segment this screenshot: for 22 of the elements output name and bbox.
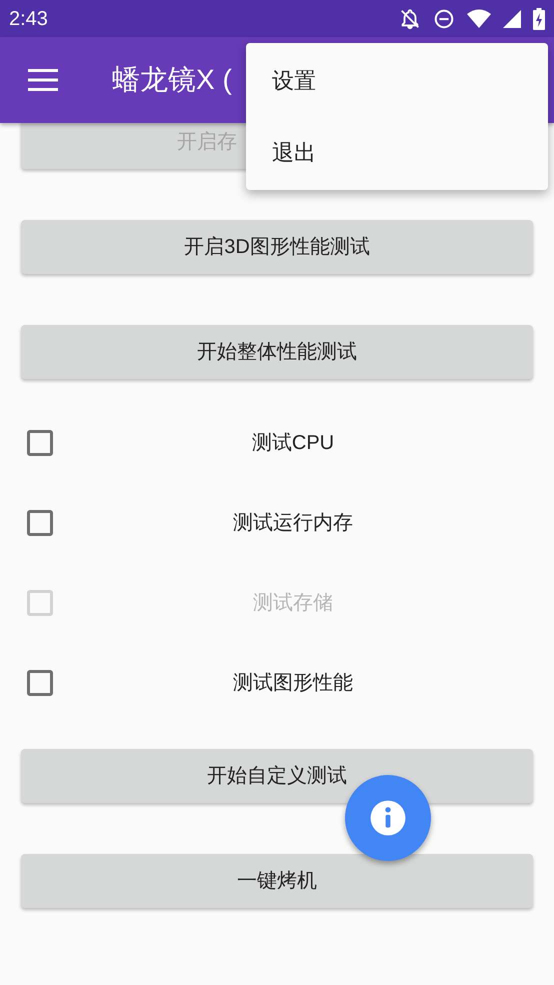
checkbox[interactable] (27, 430, 53, 456)
menu-icon[interactable] (28, 69, 58, 91)
app-title: 蟠龙镜X ( (112, 63, 232, 97)
action-button[interactable]: 一键烤机 (21, 854, 533, 908)
battery-charging-icon (533, 8, 545, 30)
signal-icon (503, 10, 521, 28)
action-button[interactable]: 开始自定义测试 (21, 749, 533, 803)
checkbox-label: 测试图形性能 (233, 671, 353, 696)
menu-item[interactable]: 设置 (246, 45, 548, 116)
checkbox-label: 测试存储 (253, 591, 333, 616)
checkbox-label: 测试CPU (252, 431, 334, 456)
checkbox[interactable] (27, 510, 53, 536)
checkbox[interactable] (27, 670, 53, 696)
action-button[interactable]: 开始整体性能测试 (21, 325, 533, 379)
action-button[interactable]: 开启3D图形性能测试 (21, 220, 533, 274)
menu-item[interactable]: 退出 (246, 116, 548, 188)
checkbox-label: 测试运行内存 (233, 511, 353, 536)
wifi-icon (467, 8, 491, 28)
do-not-disturb-icon (433, 8, 455, 30)
notifications-off-icon (399, 8, 421, 30)
status-time: 2:43 (9, 6, 48, 32)
info-icon (369, 799, 407, 837)
